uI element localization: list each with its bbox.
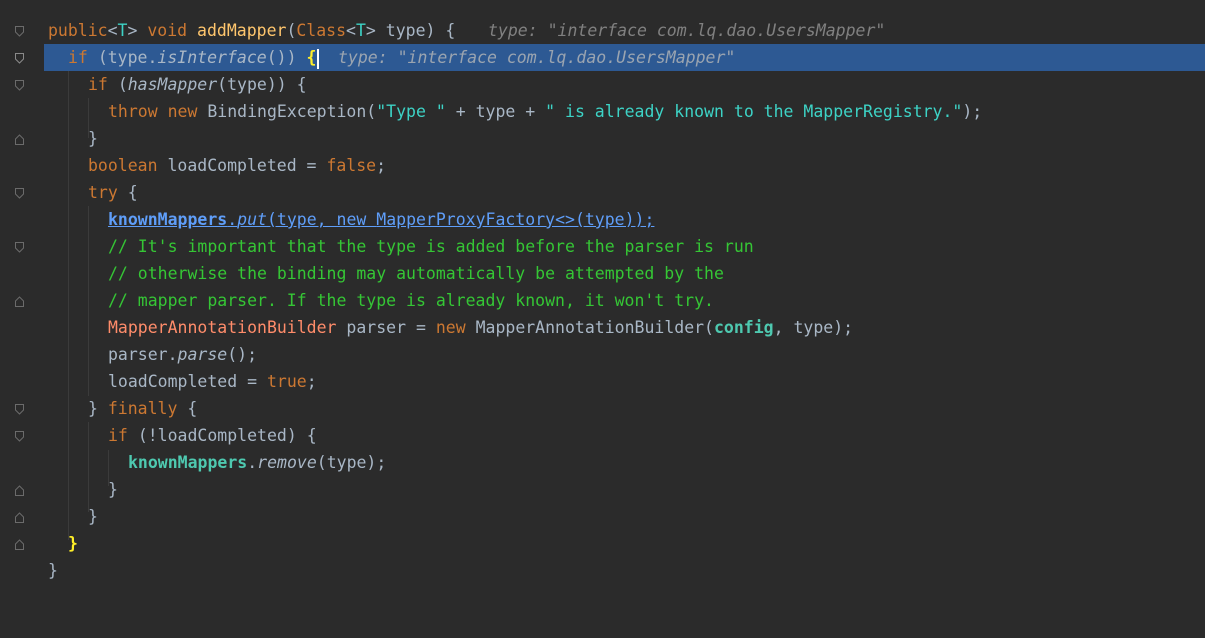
inline-debug-hint: type: "interface com.lq.dao.UsersMapper"	[488, 21, 886, 40]
code-line[interactable]: // otherwise the binding may automatical…	[0, 260, 1205, 287]
inline-debug-hint: type: "interface com.lq.dao.UsersMapper"	[338, 48, 736, 67]
code-text: }	[88, 507, 98, 526]
code-text: throw new BindingException("Type " + typ…	[108, 102, 983, 121]
code-line[interactable]: MapperAnnotationBuilder parser = new Map…	[0, 314, 1205, 341]
code-text: knownMappers.remove(type);	[128, 453, 387, 472]
code-text: public<T> void addMapper(Class<T> type) …	[48, 21, 456, 40]
code-text: } finally {	[88, 399, 198, 418]
code-text: }	[108, 480, 118, 499]
code-line[interactable]: knownMappers.put(type, new MapperProxyFa…	[0, 206, 1205, 233]
code-line[interactable]: }	[0, 503, 1205, 530]
code-text: if (!loadCompleted) {	[108, 426, 317, 445]
code-line-current[interactable]: if (type.isInterface()) { type: "interfa…	[44, 44, 1205, 71]
code-line[interactable]: loadCompleted = true;	[0, 368, 1205, 395]
code-text: boolean loadCompleted = false;	[88, 156, 387, 175]
code-line[interactable]: if (hasMapper(type)) {	[0, 71, 1205, 98]
code-text: if (type.isInterface()) {	[68, 44, 320, 71]
code-line[interactable]: }	[0, 530, 1205, 557]
matched-brace: }	[68, 534, 78, 553]
code-line[interactable]: }	[0, 557, 1205, 584]
code-line[interactable]: knownMappers.remove(type);	[0, 449, 1205, 476]
code-line[interactable]: }	[0, 125, 1205, 152]
code-text: MapperAnnotationBuilder parser = new Map…	[108, 318, 854, 337]
code-line[interactable]: parser.parse();	[0, 341, 1205, 368]
code-line[interactable]: if (!loadCompleted) {	[0, 422, 1205, 449]
code-link[interactable]: knownMappers.put(type, new MapperProxyFa…	[108, 206, 654, 233]
code-line[interactable]: } finally {	[0, 395, 1205, 422]
code-line[interactable]: throw new BindingException("Type " + typ…	[0, 98, 1205, 125]
code-line[interactable]: // mapper parser. If the type is already…	[0, 287, 1205, 314]
code-text: if (hasMapper(type)) {	[88, 75, 307, 94]
code-comment: // otherwise the binding may automatical…	[108, 264, 724, 283]
code-comment: // It's important that the type is added…	[108, 237, 754, 256]
code-text: }	[88, 129, 98, 148]
code-line[interactable]: // It's important that the type is added…	[0, 233, 1205, 260]
code-text: try {	[88, 183, 138, 202]
code-comment: // mapper parser. If the type is already…	[108, 291, 714, 310]
code-line[interactable]: boolean loadCompleted = false;	[0, 152, 1205, 179]
code-text: loadCompleted = true;	[108, 372, 317, 391]
text-caret	[317, 48, 320, 69]
code-line[interactable]: try {	[0, 179, 1205, 206]
code-text: }	[48, 561, 58, 580]
code-line[interactable]: public<T> void addMapper(Class<T> type) …	[0, 17, 1205, 44]
code-line[interactable]: }	[0, 476, 1205, 503]
code-text: parser.parse();	[108, 345, 258, 364]
